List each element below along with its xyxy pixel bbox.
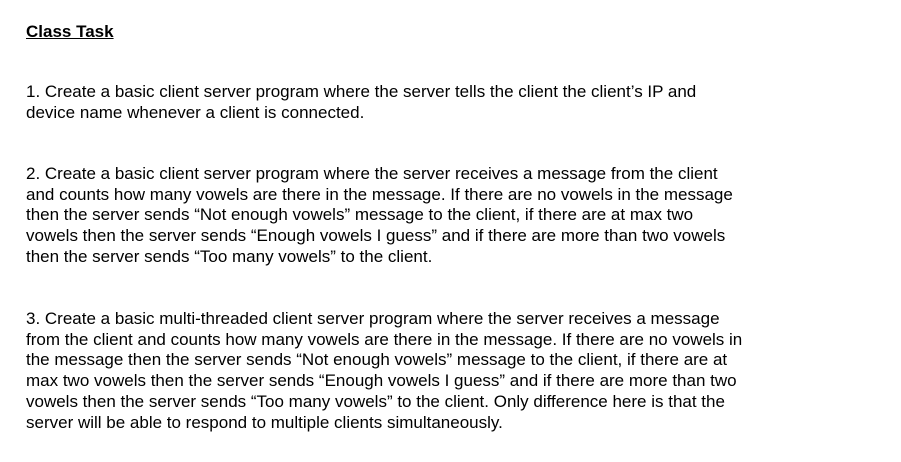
task-line: then the server sends “Not enough vowels… (26, 205, 694, 225)
task-line: vowels then the server sends “Enough vow… (26, 226, 726, 246)
task-line: 2. Create a basic client server program … (26, 164, 718, 183)
task-line: and counts how many vowels are there in … (26, 184, 733, 204)
task-line: device name whenever a client is connect… (26, 102, 365, 122)
task-line: then the server sends “Too many vowels” … (26, 246, 433, 266)
document-title: Class Task (26, 22, 114, 41)
task-line: max two vowels then the server sends “En… (26, 371, 737, 391)
task-3: 3. Create a basic multi-threaded client … (26, 309, 742, 433)
task-1: 1. Create a basic client server program … (26, 82, 696, 123)
task-line: server will be able to respond to multip… (26, 412, 503, 432)
task-line: the message then the server sends “Not e… (26, 350, 728, 370)
task-line: vowels then the server sends “Too many v… (26, 391, 725, 411)
task-line: 1. Create a basic client server program … (26, 82, 697, 101)
task-2: 2. Create a basic client server program … (26, 164, 733, 268)
task-line: 3. Create a basic multi-threaded client … (26, 309, 720, 328)
task-line: from the client and counts how many vowe… (26, 329, 743, 349)
